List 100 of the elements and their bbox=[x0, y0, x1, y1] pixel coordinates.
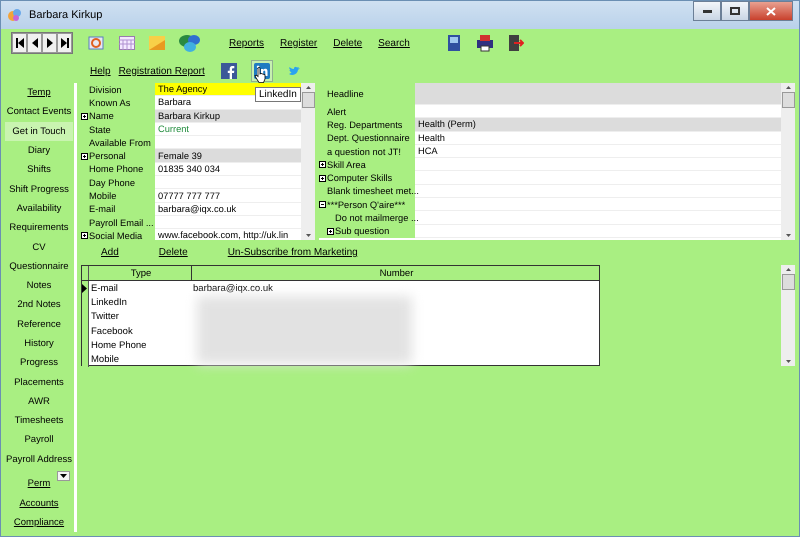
scrollbar[interactable] bbox=[301, 83, 315, 240]
field-label: Social Media bbox=[89, 230, 142, 240]
field-label: Reg. Departments bbox=[327, 120, 402, 130]
field-label: Personal bbox=[89, 151, 126, 162]
action-link[interactable]: Delete bbox=[158, 247, 188, 262]
action-link[interactable]: Un-Subscribe from Marketing bbox=[228, 247, 358, 262]
scroll-down-button[interactable] bbox=[57, 471, 70, 481]
toolbar-link[interactable]: Registration Report bbox=[118, 66, 205, 76]
field-label: E-mail bbox=[89, 204, 116, 214]
app-icon bbox=[7, 7, 23, 23]
window-title: Barbara Kirkup bbox=[29, 9, 102, 21]
field-label: Do not mailmerge ... bbox=[335, 213, 419, 224]
table-cell-text: Facebook bbox=[90, 324, 134, 338]
field-label: Skill Area bbox=[327, 160, 366, 170]
expand-icon[interactable] bbox=[327, 228, 334, 235]
sidebar-tab[interactable]: Diary bbox=[5, 140, 73, 160]
field-label: Name bbox=[89, 111, 114, 122]
row-indicator[interactable] bbox=[82, 281, 89, 296]
up-arrow-icon[interactable] bbox=[306, 86, 310, 89]
up-arrow-icon[interactable] bbox=[786, 268, 790, 271]
down-arrow-icon[interactable] bbox=[786, 360, 790, 363]
expand-icon[interactable] bbox=[81, 112, 88, 120]
sidebar-tab[interactable]: History bbox=[5, 334, 73, 354]
field-label: Known As bbox=[89, 98, 130, 108]
scroll-thumb[interactable] bbox=[782, 92, 794, 108]
expand-icon[interactable] bbox=[81, 152, 88, 160]
field-value[interactable]: HCA bbox=[415, 144, 781, 158]
column-header[interactable]: Number bbox=[192, 266, 599, 280]
link-tooltip: LinkedIn bbox=[255, 87, 301, 102]
sidebar-tab[interactable]: Placements bbox=[5, 372, 73, 392]
calendar-icon[interactable] bbox=[119, 36, 135, 50]
field-value[interactable] bbox=[415, 83, 781, 105]
sidebar-tab[interactable]: 2nd Notes bbox=[5, 295, 73, 315]
expand-icon[interactable] bbox=[81, 232, 88, 240]
expand-icon[interactable] bbox=[319, 161, 326, 168]
field-label: State bbox=[89, 124, 111, 135]
exit-icon[interactable] bbox=[508, 34, 524, 52]
column-header[interactable]: Type bbox=[89, 266, 192, 280]
up-arrow-icon[interactable] bbox=[786, 86, 790, 89]
sidebar-tab[interactable]: Notes bbox=[5, 276, 73, 296]
table-cell-text: barbara@iqx.co.uk bbox=[192, 282, 274, 296]
sidebar-tab[interactable]: Questionnaire bbox=[5, 256, 73, 276]
toolbar-link[interactable]: Search bbox=[378, 38, 410, 48]
sidebar-tab[interactable]: Progress bbox=[5, 353, 73, 372]
sidebar-tab[interactable]: Get in Touch bbox=[5, 122, 73, 141]
sidebar-tab[interactable]: Requirements bbox=[5, 218, 73, 238]
scroll-thumb[interactable] bbox=[782, 274, 794, 290]
toolbar-link[interactable]: Delete bbox=[333, 38, 362, 48]
chat-icon[interactable] bbox=[179, 33, 201, 53]
sidebar-tab[interactable]: Shifts bbox=[5, 160, 73, 180]
close-icon bbox=[766, 6, 776, 16]
sidebar-tab[interactable]: Contact Events bbox=[5, 102, 73, 122]
field-value[interactable]: Barbara Kirkup bbox=[155, 110, 301, 123]
section-link[interactable]: Temp bbox=[5, 83, 73, 102]
field-label: Alert bbox=[327, 106, 346, 117]
hand-cursor-icon bbox=[254, 67, 267, 83]
sidebar-tab[interactable]: CV bbox=[5, 237, 73, 257]
field-value[interactable]: Current bbox=[155, 122, 301, 136]
last-record-button[interactable] bbox=[57, 33, 72, 53]
field-label: ***Person Q'aire*** bbox=[327, 200, 406, 210]
collapse-icon[interactable] bbox=[319, 201, 326, 208]
minimize-button[interactable] bbox=[693, 1, 721, 21]
down-arrow-icon[interactable] bbox=[786, 234, 790, 237]
facebook-icon[interactable] bbox=[220, 63, 237, 79]
scrollbar[interactable] bbox=[781, 83, 795, 240]
maximize-button[interactable] bbox=[721, 1, 749, 21]
field-label: Available From bbox=[89, 138, 151, 148]
toolbar-link[interactable]: Register bbox=[280, 38, 318, 48]
printer-icon[interactable] bbox=[476, 34, 494, 52]
down-arrow-icon[interactable] bbox=[306, 234, 310, 237]
section-link[interactable]: Compliance bbox=[5, 512, 73, 532]
toolbar-link[interactable]: Reports bbox=[229, 38, 264, 48]
sidebar-tab[interactable]: Timesheets bbox=[5, 411, 73, 430]
action-link[interactable]: Add bbox=[101, 247, 119, 262]
sidebar-tab[interactable]: Reference bbox=[5, 314, 73, 334]
sidebar-tab[interactable]: Availability bbox=[5, 198, 73, 218]
sidebar-tab[interactable]: Payroll Address bbox=[5, 450, 73, 469]
toolbar-link[interactable]: Help bbox=[90, 66, 111, 76]
field-value[interactable]: Health (Perm) bbox=[415, 118, 781, 132]
scroll-thumb[interactable] bbox=[302, 92, 314, 108]
sidebar-tab[interactable]: AWR bbox=[5, 392, 73, 412]
expand-icon[interactable] bbox=[319, 174, 326, 182]
field-label: a question not JT! bbox=[327, 146, 401, 157]
section-link[interactable]: Accounts bbox=[5, 493, 73, 513]
field-value[interactable]: 07777 777 777 bbox=[155, 189, 301, 203]
table-cell-text: Home Phone bbox=[90, 338, 148, 352]
table-cell-text: Mobile bbox=[90, 353, 120, 367]
field-value[interactable]: Health bbox=[415, 132, 781, 145]
sidebar-tab[interactable]: Shift Progress bbox=[5, 179, 73, 199]
first-record-button[interactable] bbox=[12, 33, 27, 53]
scrollbar[interactable] bbox=[781, 265, 795, 366]
field-value[interactable]: 01835 340 034 bbox=[155, 162, 301, 176]
field-value[interactable]: Female 39 bbox=[155, 149, 301, 163]
sidebar-tab[interactable]: Payroll bbox=[5, 430, 73, 450]
table-cell-text: LinkedIn bbox=[90, 296, 128, 310]
section-link[interactable]: Perm bbox=[5, 474, 73, 494]
close-button[interactable] bbox=[749, 1, 793, 21]
prev-record-button[interactable] bbox=[27, 33, 42, 53]
field-value[interactable]: barbara@iqx.co.uk bbox=[155, 202, 301, 216]
next-record-button[interactable] bbox=[42, 33, 57, 53]
